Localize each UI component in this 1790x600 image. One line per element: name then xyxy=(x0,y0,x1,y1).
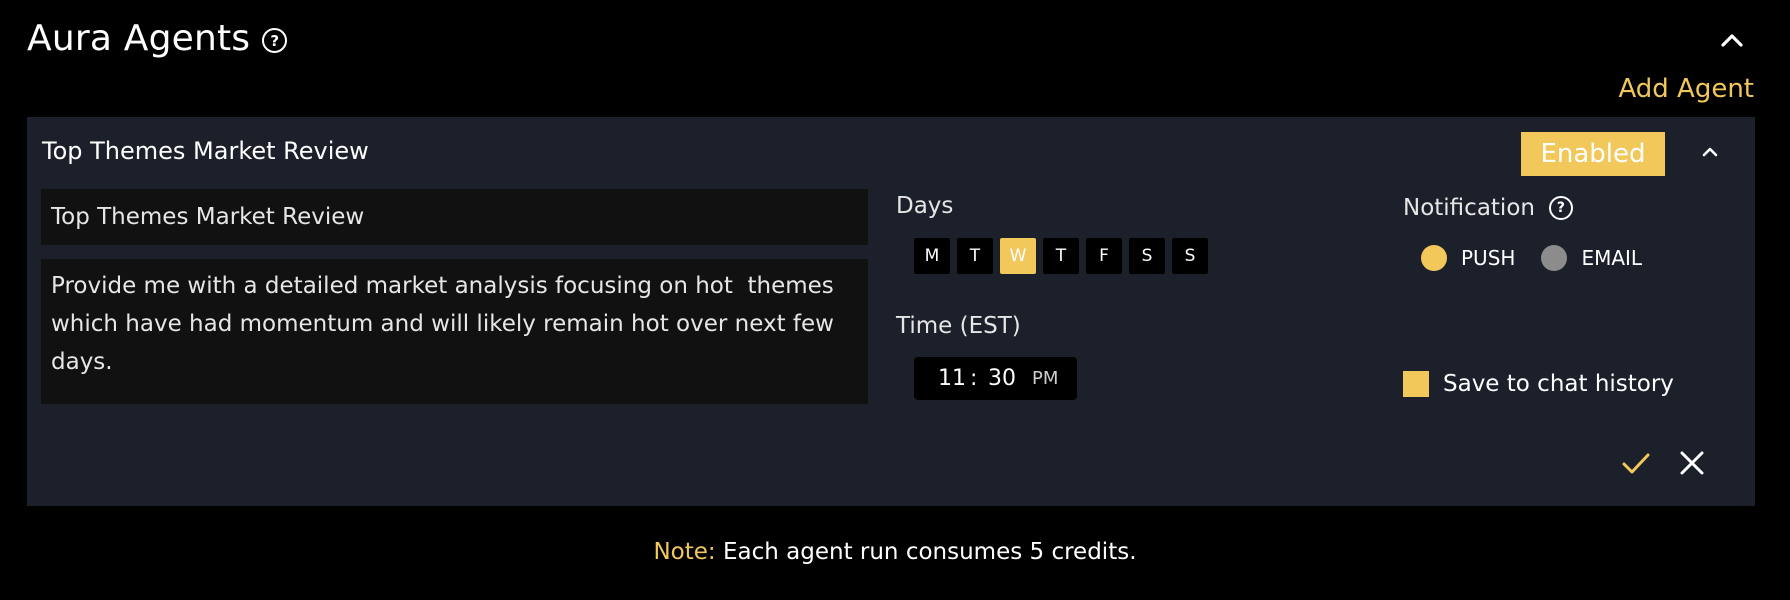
time-separator: : xyxy=(970,366,978,391)
day-toggle[interactable]: T xyxy=(1043,238,1079,274)
time-hour[interactable]: 11 xyxy=(938,366,966,391)
notification-help-icon[interactable]: ? xyxy=(1548,196,1573,220)
time-picker[interactable]: 11 : 30 PM xyxy=(914,357,1077,400)
check-icon[interactable] xyxy=(1620,447,1652,479)
note-text: Each agent run consumes 5 credits. xyxy=(722,539,1137,565)
notification-label: Notification xyxy=(1403,195,1535,221)
notification-option-label: PUSH xyxy=(1461,246,1516,270)
agent-name-input[interactable] xyxy=(41,189,868,245)
header-title-group: Aura Agents ? xyxy=(27,18,288,59)
save-to-chat-option[interactable]: Save to chat history xyxy=(1403,371,1674,397)
agent-card-title: Top Themes Market Review xyxy=(42,137,369,165)
day-toggle[interactable]: S xyxy=(1129,238,1165,274)
days-label: Days xyxy=(896,193,954,219)
day-toggle[interactable]: W xyxy=(1000,238,1036,274)
day-toggle[interactable]: F xyxy=(1086,238,1122,274)
notification-radio-group: PUSH EMAIL xyxy=(1421,245,1668,271)
add-agent-button[interactable]: Add Agent xyxy=(1618,74,1754,104)
day-selector: MTWTFSS xyxy=(914,238,1208,274)
page-title: Aura Agents xyxy=(27,18,251,59)
chevron-up-icon[interactable] xyxy=(1718,26,1746,54)
notification-radio-push[interactable] xyxy=(1421,245,1447,271)
notification-label-group: Notification ? xyxy=(1403,195,1573,221)
day-toggle[interactable]: M xyxy=(914,238,950,274)
credits-note: Note: Each agent run consumes 5 credits. xyxy=(0,539,1790,565)
time-minute[interactable]: 30 xyxy=(988,366,1016,391)
enabled-status-button[interactable]: Enabled xyxy=(1521,132,1665,176)
notification-option-label: EMAIL xyxy=(1581,246,1643,270)
time-label: Time (EST) xyxy=(896,313,1021,339)
save-to-chat-label: Save to chat history xyxy=(1443,371,1674,397)
agent-prompt-textarea[interactable]: Provide me with a detailed market analys… xyxy=(41,259,868,404)
help-icon[interactable]: ? xyxy=(262,28,288,53)
agent-card: Top Themes Market Review Enabled Provide… xyxy=(27,117,1755,506)
close-icon[interactable] xyxy=(1678,449,1706,477)
note-label: Note: xyxy=(653,539,716,565)
save-to-chat-checkbox[interactable] xyxy=(1403,371,1429,397)
collapse-agent-icon[interactable] xyxy=(1697,139,1723,165)
day-toggle[interactable]: S xyxy=(1172,238,1208,274)
time-ampm[interactable]: PM xyxy=(1032,368,1058,389)
day-toggle[interactable]: T xyxy=(957,238,993,274)
notification-radio-email[interactable] xyxy=(1541,245,1568,271)
